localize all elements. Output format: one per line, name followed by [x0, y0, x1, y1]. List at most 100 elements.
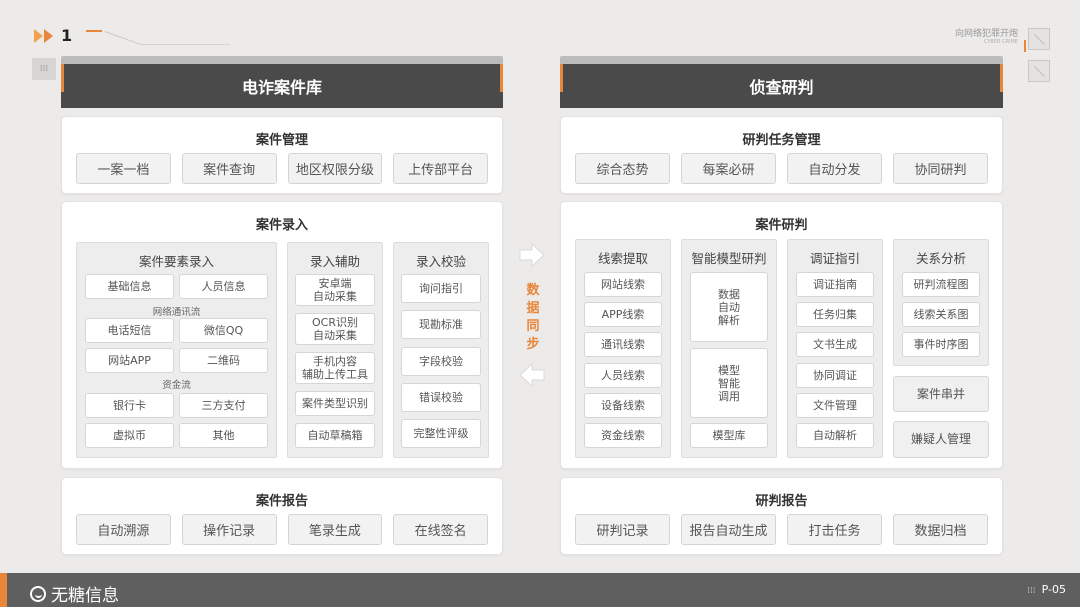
website-app-button[interactable]: 网站APP	[85, 348, 174, 373]
completeness-rating-button[interactable]: 完整性评级	[401, 419, 481, 448]
qr-code-button[interactable]: 二维码	[179, 348, 268, 373]
case-merge-button[interactable]: 案件串并	[893, 376, 989, 412]
card-title: 案件管理	[255, 133, 308, 148]
slogan: 向网络犯罪开炮 CYBER CRIME	[955, 26, 1026, 52]
auto-dispatch-button[interactable]: 自动分发	[787, 153, 882, 184]
error-check-button[interactable]: 错误校验	[401, 383, 481, 412]
suspect-management-button[interactable]: 嫌疑人管理	[893, 421, 989, 458]
auto-parse-button[interactable]: 自动解析	[796, 423, 874, 448]
phone-upload-tool-button[interactable]: 手机内容 辅助上传工具	[295, 352, 375, 384]
comm-clue-button[interactable]: 通讯线索	[584, 332, 662, 357]
case-entry-card: 案件录入 案件要素录入 基础信息 人员信息 网络通讯流 电话短信 微信QQ 网站…	[61, 201, 503, 469]
logo-icon	[30, 585, 46, 602]
auto-trace-button[interactable]: 自动溯源	[76, 514, 171, 545]
third-party-pay-button[interactable]: 三方支付	[179, 393, 268, 418]
card-title: 案件研判	[755, 218, 808, 233]
decorative-line	[140, 44, 230, 45]
ai-model-column: 智能模型研判 数据 自动 解析 模型 智能 调用 模型库	[681, 239, 777, 458]
one-case-one-file-button[interactable]: 一案一档	[76, 153, 171, 184]
card-title: 研判任务管理	[742, 133, 821, 148]
survey-standard-button[interactable]: 现勘标准	[401, 310, 481, 339]
ocr-collect-button[interactable]: OCR识别 自动采集	[295, 313, 375, 345]
data-auto-parse-button[interactable]: 数据 自动 解析	[690, 272, 768, 342]
person-clue-button[interactable]: 人员线索	[584, 363, 662, 388]
column-title: 案件要素录入	[138, 254, 214, 269]
page-number: 1	[61, 26, 73, 45]
online-sign-button[interactable]: 在线签名	[393, 514, 488, 545]
evidence-guide-button[interactable]: 调证指南	[796, 272, 874, 297]
square-icon	[1028, 28, 1050, 50]
clue-relation-chart-button[interactable]: 线索关系图	[902, 302, 980, 327]
bank-card-button[interactable]: 银行卡	[85, 393, 174, 418]
report-auto-gen-button[interactable]: 报告自动生成	[681, 514, 776, 545]
decorative-line	[104, 31, 143, 46]
app-clue-button[interactable]: APP线索	[584, 302, 662, 327]
column-title: 关系分析	[915, 251, 966, 266]
auto-draft-button[interactable]: 自动草稿箱	[295, 423, 375, 448]
square-icon	[1028, 60, 1050, 82]
every-case-button[interactable]: 每案必研	[681, 153, 776, 184]
basic-info-button[interactable]: 基础信息	[85, 274, 174, 299]
page-indicator: 1	[34, 26, 72, 45]
operation-log-button[interactable]: 操作记录	[181, 514, 277, 545]
arrow-left-icon	[519, 362, 545, 388]
model-smart-call-button[interactable]: 模型 智能 调用	[690, 348, 768, 418]
file-management-button[interactable]: 文件管理	[796, 393, 874, 418]
column-title: 录入校验	[415, 254, 466, 269]
arrow-icon	[34, 28, 43, 43]
analysis-report-card: 研判报告 研判记录 报告自动生成 打击任务 数据归档	[560, 477, 1003, 555]
other-button[interactable]: 其他	[179, 423, 268, 448]
panel-head-bar	[61, 56, 503, 64]
slogan-sub: CYBER CRIME	[983, 39, 1018, 45]
footer: 无糖信息 ⁞⁞⁞ P-05	[0, 573, 1080, 607]
case-elements-column: 案件要素录入 基础信息 人员信息 网络通讯流 电话短信 微信QQ 网站APP 二…	[76, 242, 277, 458]
strike-task-button[interactable]: 打击任务	[787, 514, 882, 545]
case-management-card: 案件管理 一案一档 案件查询 地区权限分级 上传部平台	[61, 116, 503, 194]
collab-evidence-button[interactable]: 协同调证	[796, 363, 874, 388]
brand-name: 无糖信息	[51, 586, 119, 606]
page-label: ⁞⁞⁞ P-05	[1027, 583, 1066, 596]
transcript-gen-button[interactable]: 笔录生成	[287, 514, 383, 545]
column-title: 录入辅助	[309, 254, 360, 269]
case-type-recognition-button[interactable]: 案件类型识别	[295, 391, 375, 416]
panel-head-bar	[560, 56, 1003, 64]
network-flow-label: 网络通讯流	[152, 307, 201, 318]
android-collect-button[interactable]: 安卓端 自动采集	[295, 274, 375, 306]
analysis-flow-chart-button[interactable]: 研判流程图	[902, 272, 980, 297]
case-report-card: 案件报告 自动溯源 操作记录 笔录生成 在线签名	[61, 477, 503, 555]
funds-flow-label: 资金流	[162, 380, 191, 391]
virtual-currency-button[interactable]: 虚拟币	[85, 423, 174, 448]
clue-extraction-column: 线索提取 网站线索 APP线索 通讯线索 人员线索 设备线索 资金线索	[575, 239, 671, 458]
arrow-right-icon	[519, 242, 545, 268]
device-clue-button[interactable]: 设备线索	[584, 393, 662, 418]
column-title: 智能模型研判	[691, 251, 767, 266]
task-collect-button[interactable]: 任务归集	[796, 302, 874, 327]
personnel-info-button[interactable]: 人员信息	[179, 274, 268, 299]
collab-analysis-button[interactable]: 协同研判	[893, 153, 988, 184]
website-clue-button[interactable]: 网站线索	[584, 272, 662, 297]
card-title: 案件报告	[255, 494, 308, 509]
upload-platform-button[interactable]: 上传部平台	[393, 153, 488, 184]
phone-sms-button[interactable]: 电话短信	[85, 318, 174, 343]
wechat-qq-button[interactable]: 微信QQ	[179, 318, 268, 343]
overall-situation-button[interactable]: 综合态势	[575, 153, 670, 184]
data-archive-button[interactable]: 数据归档	[893, 514, 988, 545]
document-gen-button[interactable]: 文书生成	[796, 332, 874, 357]
decorative-line	[86, 30, 102, 32]
analysis-record-button[interactable]: 研判记录	[575, 514, 670, 545]
case-query-button[interactable]: 案件查询	[181, 153, 277, 184]
funds-clue-button[interactable]: 资金线索	[584, 423, 662, 448]
arrow-icon	[44, 28, 53, 43]
model-library-button[interactable]: 模型库	[690, 423, 768, 448]
card-title: 案件录入	[255, 218, 308, 233]
footer-accent	[0, 573, 7, 607]
page-code: P-05	[1041, 583, 1066, 596]
evidence-guide-column: 调证指引 调证指南 任务归集 文书生成 协同调证 文件管理 自动解析	[787, 239, 883, 458]
region-permission-button[interactable]: 地区权限分级	[287, 153, 383, 184]
field-check-button[interactable]: 字段校验	[401, 347, 481, 376]
dots-icon: ⁞⁞⁞	[1027, 586, 1036, 596]
inquiry-guide-button[interactable]: 询问指引	[401, 274, 481, 303]
brand-logo: 无糖信息	[30, 581, 119, 606]
left-panel-title: 电诈案件库	[61, 64, 503, 108]
event-timeline-button[interactable]: 事件时序图	[902, 332, 980, 357]
